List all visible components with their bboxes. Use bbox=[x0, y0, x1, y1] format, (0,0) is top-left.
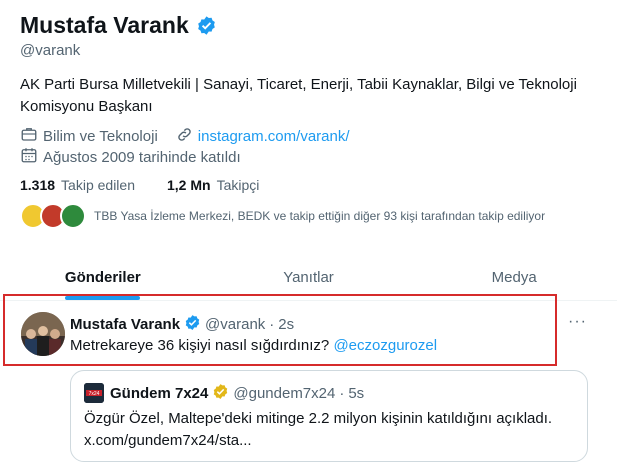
profile-name-text: Mustafa Varank bbox=[20, 12, 189, 38]
tab-replies-label: Yanıtlar bbox=[283, 269, 334, 286]
profile-category: Bilim ve Teknoloji bbox=[43, 127, 158, 145]
quote-text-line1: Özgür Özel, Maltepe'deki mitinge 2.2 mil… bbox=[84, 410, 553, 427]
profile-name: Mustafa Varank bbox=[20, 12, 217, 39]
quote-text: Özgür Özel, Maltepe'deki mitinge 2.2 mil… bbox=[84, 408, 574, 452]
tweet-separator: · bbox=[269, 316, 275, 333]
tweet-header: Mustafa Varank @varank · 2s bbox=[70, 314, 294, 335]
follow-stats: 1.318 Takip edilen 1,2 Mn Takipçi bbox=[20, 177, 259, 193]
link-icon bbox=[176, 126, 193, 147]
profile-link[interactable]: instagram.com/varank/ bbox=[198, 128, 350, 145]
verified-gold-icon bbox=[212, 383, 229, 404]
calendar-icon bbox=[20, 146, 38, 168]
profile-bio: AK Parti Bursa Milletvekili | Sanayi, Ti… bbox=[20, 76, 577, 115]
followers-label[interactable]: Takipçi bbox=[217, 177, 260, 193]
quote-author-name[interactable]: Gündem 7x24 bbox=[110, 385, 208, 402]
profile-meta-row: Bilim ve Teknoloji instagram.com/varank/ bbox=[20, 125, 350, 147]
verified-badge-icon[interactable] bbox=[196, 15, 217, 36]
tab-posts-label: Gönderiler bbox=[64, 269, 141, 286]
quote-header: Gündem 7x24 @gundem7x24 · 5s bbox=[110, 383, 364, 404]
quote-time[interactable]: 5s bbox=[348, 385, 364, 402]
followed-by-row[interactable]: TBB Yasa İzleme Merkezi, BEDK ve takip e… bbox=[20, 203, 545, 229]
tab-media-label: Medya bbox=[491, 269, 537, 286]
more-icon[interactable]: ··· bbox=[568, 313, 587, 331]
quote-avatar: 7x24 bbox=[84, 383, 104, 403]
tweet-author-handle[interactable]: @varank bbox=[205, 316, 265, 333]
followed-by-text: TBB Yasa İzleme Merkezi, BEDK ve takip e… bbox=[94, 209, 546, 223]
quote-logo-text: 7x24 bbox=[89, 391, 100, 397]
follower-avatar bbox=[60, 203, 86, 229]
following-label[interactable]: Takip edilen bbox=[61, 177, 135, 193]
tweet-body: Metrekareye 36 kişiyi nasıl sığdırdınız? bbox=[70, 337, 330, 354]
avatar[interactable] bbox=[21, 312, 65, 356]
quote-text-line2[interactable]: x.com/gundem7x24/sta... bbox=[84, 430, 574, 452]
tweet-text: Metrekareye 36 kişiyi nasıl sığdırdınız?… bbox=[70, 337, 437, 354]
followers-count[interactable]: 1,2 Mn bbox=[167, 177, 211, 193]
follower-avatars bbox=[20, 203, 86, 229]
quote-author-handle[interactable]: @gundem7x24 bbox=[233, 385, 335, 402]
profile-joined-row: Ağustos 2009 tarihinde katıldı bbox=[20, 146, 241, 168]
profile-joined: Ağustos 2009 tarihinde katıldı bbox=[43, 148, 241, 166]
tweet-time[interactable]: 2s bbox=[278, 316, 294, 333]
quote-separator: · bbox=[339, 385, 345, 402]
briefcase-icon bbox=[20, 125, 38, 147]
profile-handle: @varank bbox=[20, 42, 81, 59]
tweet-author-name[interactable]: Mustafa Varank bbox=[70, 316, 180, 333]
tweet-mention[interactable]: @eczozgurozel bbox=[333, 337, 437, 354]
following-count[interactable]: 1.318 bbox=[20, 177, 55, 193]
verified-badge-icon[interactable] bbox=[184, 314, 201, 335]
